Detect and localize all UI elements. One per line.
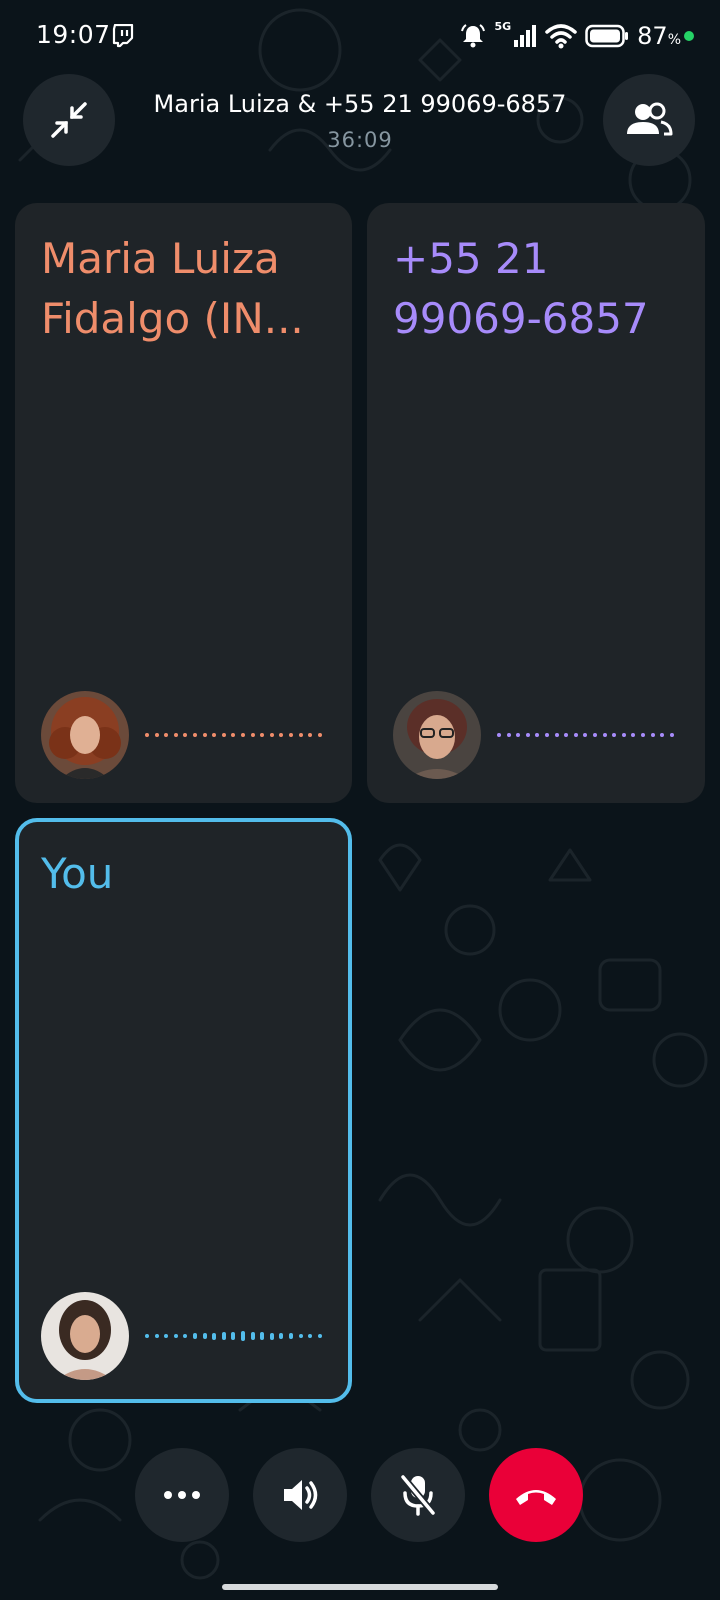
alarm-bell-icon	[461, 24, 486, 48]
audio-level-dot	[154, 1334, 159, 1338]
audio-level-indicator	[497, 725, 679, 745]
audio-level-dot	[202, 1332, 207, 1340]
audio-level-dot	[202, 733, 207, 737]
audio-level-dot	[269, 733, 274, 737]
status-icons: 5G 87%	[452, 20, 694, 52]
audio-level-dot	[145, 733, 149, 737]
audio-level-dot	[544, 733, 549, 737]
audio-level-dot	[240, 733, 245, 737]
audio-level-dot	[279, 733, 284, 737]
audio-level-dot	[250, 733, 255, 737]
audio-level-dot	[212, 1332, 217, 1340]
end-call-icon	[516, 1490, 556, 1505]
audio-level-dot	[573, 733, 578, 737]
audio-level-dot	[660, 733, 665, 737]
status-time: 19:07	[36, 20, 111, 49]
audio-level-dot	[650, 733, 655, 737]
mic-off-icon	[400, 1474, 436, 1516]
audio-level-dot	[269, 1332, 274, 1340]
audio-level-dot	[317, 1334, 322, 1338]
audio-level-dot	[288, 1333, 293, 1339]
audio-level-dot	[154, 733, 159, 737]
audio-level-dot	[308, 733, 313, 737]
audio-level-dot	[192, 1333, 197, 1339]
audio-level-dot	[564, 733, 569, 737]
audio-level-dot	[192, 733, 197, 737]
audio-level-dot	[260, 1332, 265, 1340]
participant-tile-maria-luiza[interactable]: Maria Luiza Fidalgo (IN...	[15, 203, 352, 803]
audio-level-dot	[308, 1334, 313, 1338]
status-bar: 19:07 5G 87%	[0, 0, 720, 76]
avatar	[393, 691, 481, 779]
battery-level: 87%	[637, 22, 681, 50]
audio-level-dot	[288, 733, 293, 737]
audio-level-dot	[183, 733, 188, 737]
audio-level-indicator	[145, 725, 327, 745]
participants-button[interactable]	[603, 74, 695, 166]
audio-level-dot	[497, 733, 501, 737]
audio-level-dot	[298, 733, 303, 737]
audio-level-dot	[621, 733, 626, 737]
home-indicator[interactable]	[222, 1584, 498, 1590]
speaker-icon	[284, 1480, 318, 1510]
twitch-icon	[112, 24, 134, 48]
audio-level-dot	[298, 1333, 303, 1339]
audio-level-dot	[525, 733, 530, 737]
audio-level-dot	[221, 1332, 226, 1340]
call-title: Maria Luiza & +55 21 99069-6857	[153, 90, 567, 118]
audio-level-dot	[212, 733, 217, 737]
audio-level-dot	[554, 733, 559, 737]
minimize-arrows-icon	[51, 102, 87, 138]
audio-level-dot	[612, 733, 617, 737]
audio-level-dot	[602, 733, 607, 737]
audio-level-dot	[516, 733, 521, 737]
audio-level-dot	[631, 733, 636, 737]
wifi-icon	[545, 24, 577, 49]
audio-level-dot	[506, 733, 511, 737]
mute-button[interactable]	[371, 1448, 465, 1542]
audio-level-dot	[592, 733, 597, 737]
audio-level-dot	[164, 1334, 169, 1338]
audio-level-dot	[173, 733, 178, 737]
end-call-button[interactable]	[489, 1448, 583, 1542]
audio-level-indicator	[145, 1326, 327, 1346]
participant-tile-phone-number[interactable]: +55 21 99069-6857	[367, 203, 705, 803]
call-duration: 36:09	[327, 128, 393, 152]
people-icon	[627, 102, 673, 136]
audio-level-dot	[240, 1331, 245, 1341]
audio-level-dot	[183, 1333, 188, 1339]
audio-level-dot	[231, 1331, 236, 1341]
audio-level-dot	[317, 733, 322, 737]
audio-level-dot	[279, 1332, 284, 1340]
audio-level-dot	[669, 733, 674, 737]
signal-strength-icon	[514, 25, 537, 47]
participant-name: You	[41, 849, 114, 898]
battery-icon	[585, 24, 629, 48]
privacy-indicator-dot	[684, 31, 694, 41]
minimize-call-button[interactable]	[23, 74, 115, 166]
audio-level-dot	[250, 1331, 255, 1341]
network-type-label: 5G	[494, 19, 512, 33]
speaker-button[interactable]	[253, 1448, 347, 1542]
audio-level-dot	[231, 733, 236, 737]
participant-tile-you[interactable]: You	[15, 818, 352, 1403]
audio-level-dot	[583, 733, 588, 737]
audio-level-dot	[640, 733, 645, 737]
participant-name: Maria Luiza Fidalgo (IN...	[41, 234, 304, 343]
avatar	[41, 691, 129, 779]
audio-level-dot	[260, 733, 265, 737]
audio-level-dot	[164, 733, 169, 737]
audio-level-dot	[535, 733, 540, 737]
more-options-button[interactable]	[135, 1448, 229, 1542]
participant-name: +55 21 99069-6857	[393, 234, 649, 343]
audio-level-dot	[221, 733, 226, 737]
audio-level-dot	[145, 1334, 149, 1338]
audio-level-dot	[173, 1334, 178, 1338]
avatar	[41, 1292, 129, 1380]
more-horizontal-icon	[164, 1491, 200, 1499]
